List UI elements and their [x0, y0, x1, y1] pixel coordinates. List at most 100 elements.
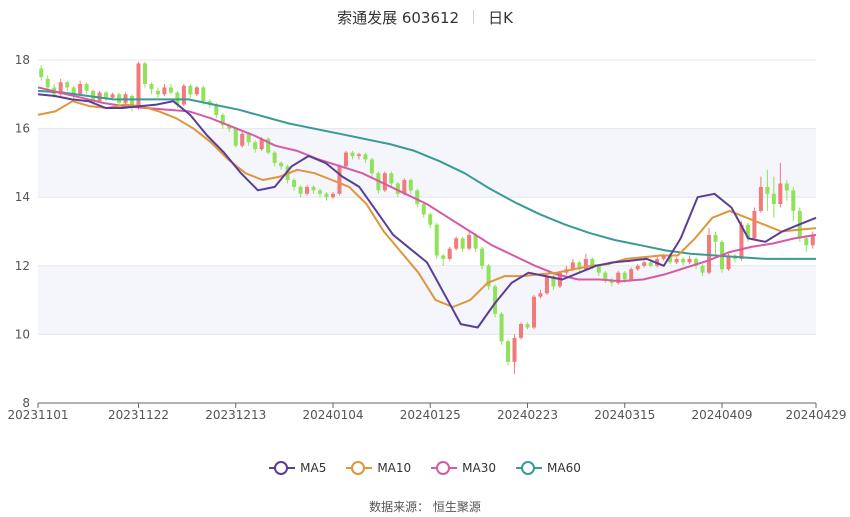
candle-body	[771, 193, 776, 205]
candle-body	[233, 128, 238, 146]
candle-body	[629, 269, 634, 280]
candle-body	[499, 313, 504, 342]
candle-body	[136, 63, 141, 109]
candle-body	[201, 87, 206, 102]
candle-body	[512, 337, 517, 362]
candle-body	[279, 162, 284, 167]
legend-label-ma5: MA5	[300, 461, 327, 475]
x-tick-label: 20240409	[691, 408, 752, 422]
candle-body	[752, 210, 757, 239]
legend-item-ma30[interactable]: MA30	[431, 461, 496, 475]
candle-body	[622, 272, 627, 280]
grid-band	[38, 128, 816, 198]
x-tick-label: 20240125	[400, 408, 461, 422]
candle-body	[181, 85, 186, 105]
candle-body	[480, 248, 485, 266]
x-tick-label: 20240104	[302, 408, 363, 422]
candle-body	[421, 204, 426, 215]
candle-body	[324, 193, 329, 198]
candle-body	[389, 173, 394, 184]
candle-body	[194, 87, 199, 95]
candle-body	[460, 238, 465, 249]
candle-body	[311, 186, 316, 191]
x-tick-label: 20231213	[205, 408, 266, 422]
candle-body	[454, 238, 459, 249]
y-tick-label: 18	[15, 53, 30, 67]
candle-body	[707, 234, 712, 273]
candle-body	[318, 190, 323, 194]
legend-item-ma5[interactable]: MA5	[269, 461, 326, 475]
candle-body	[382, 173, 387, 191]
candle-body	[765, 186, 770, 194]
data-source: 数据来源： 恒生聚源	[0, 498, 850, 515]
candle-body	[240, 133, 245, 146]
chart-legend: MA5 MA10 MA30 MA60	[0, 458, 850, 478]
candle-body	[648, 262, 653, 266]
candle-body	[726, 255, 731, 270]
y-tick-label: 12	[15, 259, 30, 273]
legend-label-ma10: MA10	[377, 461, 412, 475]
candle-body	[531, 296, 536, 328]
candle-body	[635, 265, 640, 270]
candle-body	[441, 255, 446, 259]
x-tick-label: 20240429	[785, 408, 846, 422]
candle-body	[84, 84, 89, 91]
legend-item-ma60[interactable]: MA60	[516, 461, 581, 475]
kline-chart[interactable]: 8101214161820231101 20231122 20231213 20240…	[0, 0, 850, 450]
candle-body	[298, 186, 303, 194]
candle-body	[408, 180, 413, 191]
x-tick-label: 20231122	[108, 408, 169, 422]
candle-body	[518, 324, 524, 338]
candle-body	[337, 166, 342, 194]
y-tick-label: 10	[15, 327, 30, 341]
candle-body	[272, 152, 277, 163]
x-tick-label: 20231101	[7, 408, 68, 422]
candle-body	[525, 324, 530, 328]
candle-body	[168, 87, 173, 93]
candle-body	[791, 190, 796, 211]
candle-body	[467, 234, 472, 249]
candle-body	[544, 276, 549, 294]
candle-body	[415, 190, 420, 205]
candle-body	[155, 90, 160, 95]
candle-body	[687, 258, 692, 263]
candle-body	[104, 92, 109, 98]
candle-body	[603, 272, 608, 280]
x-tick-label: 20240315	[594, 408, 655, 422]
candle-body	[428, 214, 433, 225]
candle-body	[253, 142, 258, 150]
legend-swatch-ma60	[516, 461, 543, 475]
legend-swatch-ma10	[346, 461, 373, 475]
candle-body	[356, 154, 361, 157]
candle-body	[142, 63, 147, 85]
candle-body	[343, 152, 348, 167]
candle-body	[39, 68, 44, 78]
candle-body	[292, 180, 297, 187]
candle-body	[642, 262, 647, 266]
candle-body	[162, 87, 167, 95]
candle-body	[681, 258, 686, 263]
candle-body	[758, 186, 763, 211]
candle-body	[804, 238, 809, 246]
y-tick-label: 14	[15, 190, 30, 204]
candle-body	[369, 159, 374, 174]
candle-body	[538, 293, 543, 297]
candle-body	[434, 224, 439, 256]
candle-body	[305, 186, 310, 194]
legend-item-ma10[interactable]: MA10	[346, 461, 411, 475]
candle-body	[188, 85, 193, 95]
candle-body	[506, 341, 511, 362]
candle-body	[350, 152, 355, 157]
x-tick-label: 20240223	[497, 408, 558, 422]
candle-body	[45, 78, 50, 88]
legend-label-ma30: MA30	[462, 461, 497, 475]
candle-body	[596, 265, 601, 273]
grid-band	[38, 265, 816, 335]
candle-body	[447, 248, 452, 259]
data-source-value: 恒生聚源	[432, 500, 481, 514]
candle-body	[149, 84, 154, 90]
y-tick-label: 16	[15, 122, 30, 136]
candle-body	[110, 94, 115, 98]
data-source-label: 数据来源：	[369, 500, 430, 514]
legend-label-ma60: MA60	[547, 461, 581, 475]
